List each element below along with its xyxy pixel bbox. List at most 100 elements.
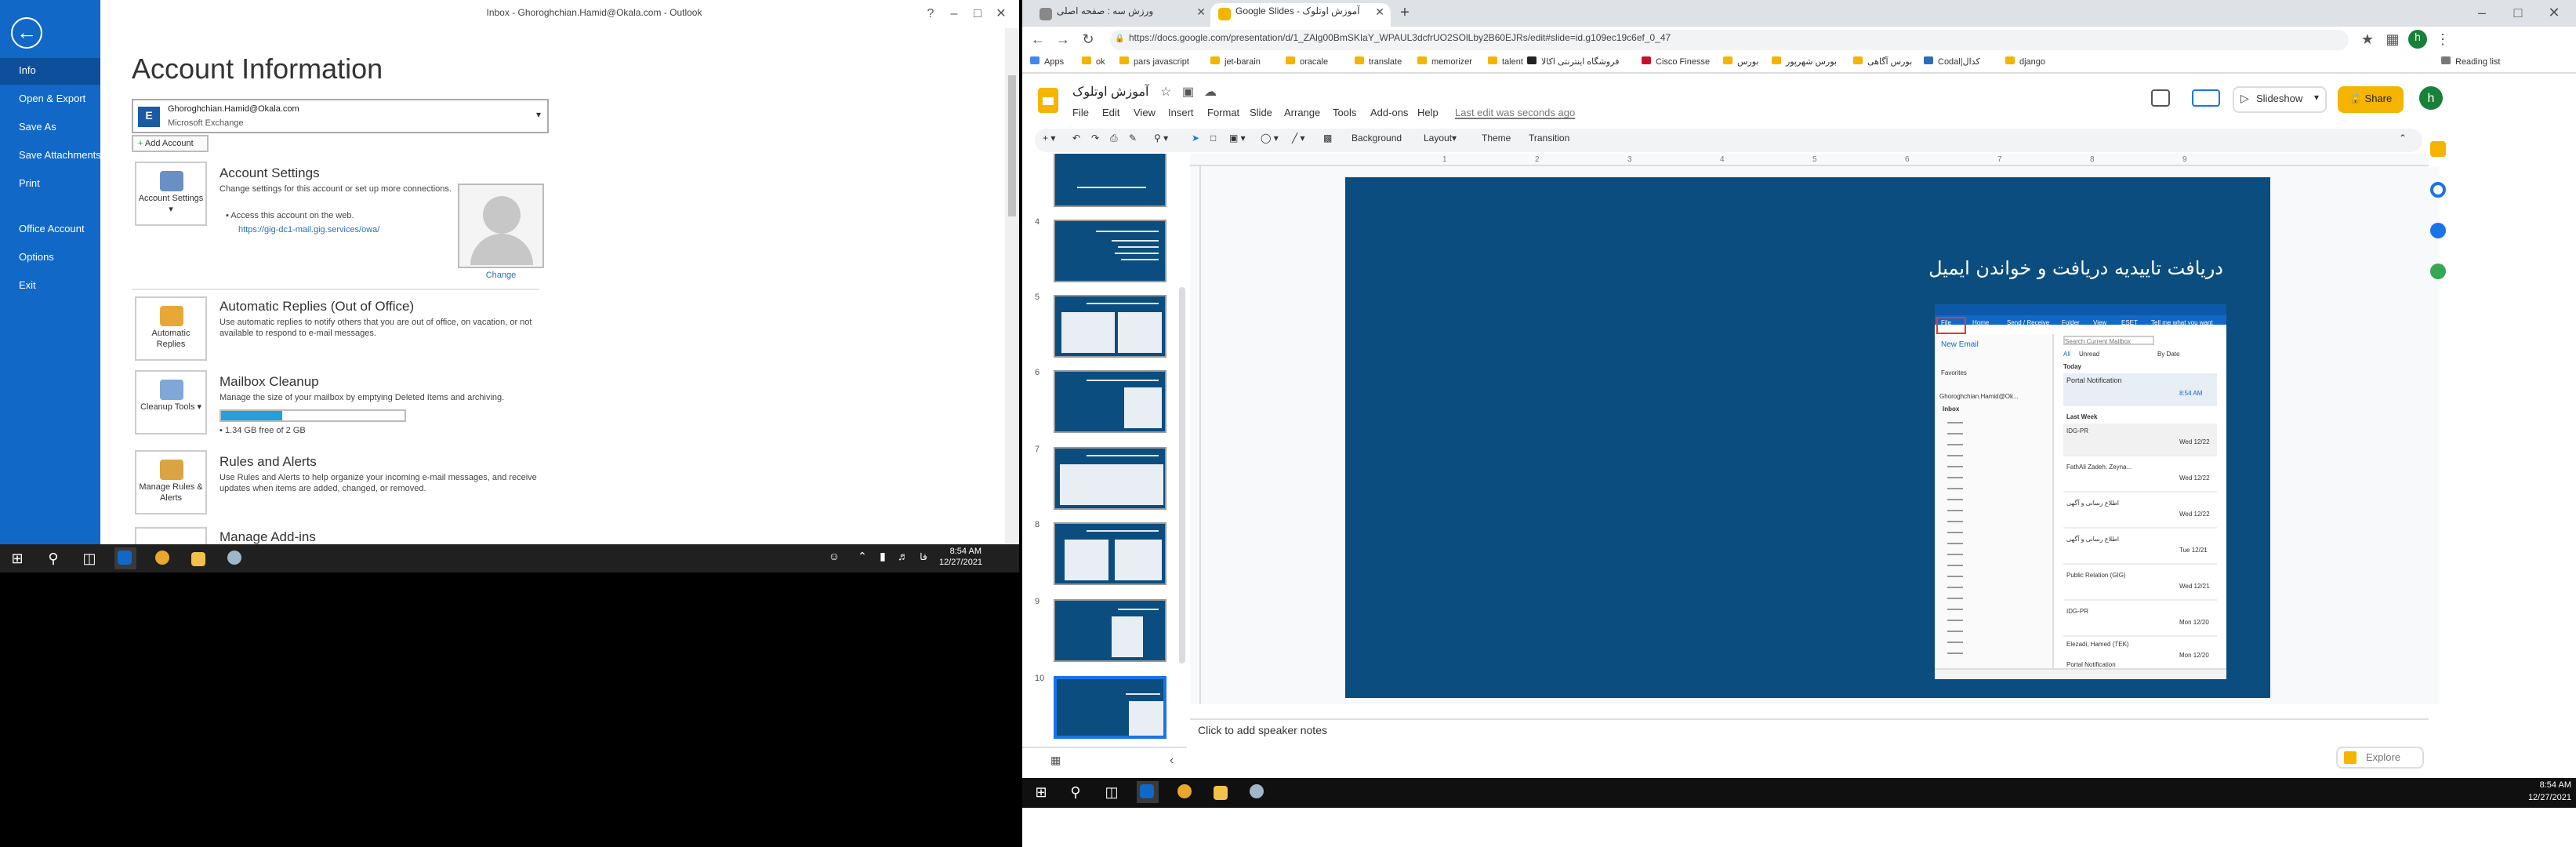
nav-options[interactable]: Options <box>0 245 100 271</box>
filmstrip-scrollbar[interactable] <box>1179 287 1185 663</box>
tasks-icon[interactable] <box>2430 182 2446 198</box>
slide-thumbnail[interactable] <box>1054 220 1166 282</box>
select-tool-icon[interactable]: ➤ <box>1192 129 1199 152</box>
minimize-icon[interactable]: – <box>2473 3 2491 22</box>
restore-icon[interactable]: □ <box>2509 3 2527 22</box>
tab-google-slides[interactable]: Google Slides - آموزش اوتلوک ✕ <box>1210 3 1391 27</box>
outlook-taskbar-icon[interactable] <box>1137 781 1159 803</box>
collapse-panel-icon[interactable]: ‹ <box>1170 753 1174 767</box>
speaker-notes[interactable]: Click to add speaker notes <box>1190 718 2429 745</box>
bookmark-folder[interactable]: translate <box>1355 53 1402 74</box>
account-avatar[interactable]: h <box>2419 86 2443 110</box>
slide-thumbnail[interactable] <box>1054 522 1166 585</box>
task-view-icon[interactable]: ◫ <box>1101 781 1123 803</box>
menu-edit[interactable]: Edit <box>1102 108 1119 119</box>
menu-slide[interactable]: Slide <box>1250 108 1272 119</box>
help-icon[interactable]: ? <box>919 0 942 28</box>
file-explorer-icon[interactable] <box>188 547 210 569</box>
bookmark-folder[interactable]: oracale <box>1286 53 1328 74</box>
scrollbar-thumb[interactable] <box>1008 75 1016 216</box>
menu-arrange[interactable]: Arrange <box>1284 108 1320 119</box>
back-icon[interactable]: ← <box>1029 30 1047 49</box>
slide-thumbnail[interactable] <box>1054 447 1166 510</box>
slide-thumbnail[interactable] <box>1054 295 1166 358</box>
zoom-icon[interactable]: ⚲ ▾ <box>1154 129 1168 152</box>
redo-icon[interactable]: ↷ <box>1091 129 1099 152</box>
bookmark-folder[interactable]: jet-barain <box>1210 53 1261 74</box>
undo-icon[interactable]: ↶ <box>1072 129 1080 152</box>
background-button[interactable]: Background <box>1351 129 1402 152</box>
automatic-replies-button[interactable]: Automatic Replies <box>135 296 207 361</box>
maps-icon[interactable] <box>2430 264 2446 279</box>
explore-button[interactable]: Explore <box>2336 747 2424 769</box>
new-slide-icon[interactable]: + ▾ <box>1043 129 1055 152</box>
bookmark-cisco[interactable]: Cisco Finesse <box>1642 53 1710 74</box>
menu-insert[interactable]: Insert <box>1168 108 1194 119</box>
comments-icon[interactable] <box>2151 89 2170 107</box>
chevron-up-icon[interactable]: ⌃ <box>2399 129 2407 152</box>
address-bar[interactable]: 🔒 https://docs.google.com/presentation/d… <box>1110 30 2349 50</box>
menu-view[interactable]: View <box>1134 108 1156 119</box>
chevron-up-icon[interactable]: ⌃ <box>851 547 873 569</box>
extension-icon[interactable]: ★ <box>2358 30 2377 49</box>
network-icon[interactable]: ▮ <box>872 547 894 569</box>
nav-save-attachments[interactable]: Save Attachments <box>0 143 101 169</box>
tab-varzesh3[interactable]: ورزش سه : صفحه اصلی ✕ <box>1032 3 1212 27</box>
forward-icon[interactable]: → <box>1054 30 1072 49</box>
chevron-down-icon[interactable]: ▾ <box>2314 88 2319 111</box>
theme-button[interactable]: Theme <box>1482 129 1511 152</box>
more-menu-icon[interactable]: ⋮ <box>2433 30 2452 49</box>
slide-title[interactable]: دریافت تاییدیه دریافت و خواندن ایمیل <box>1863 257 2223 279</box>
present-meet-icon[interactable] <box>2192 89 2220 107</box>
profile-avatar[interactable]: h <box>2408 30 2427 49</box>
slide-thumbnail[interactable] <box>1054 370 1166 433</box>
bookmark-okala[interactable]: فروشگاه اینترنتی اکالا <box>1527 53 1619 74</box>
move-folder-icon[interactable]: ▣ <box>1182 85 1194 99</box>
layout-button[interactable]: Layout▾ <box>1424 129 1457 152</box>
menu-file[interactable]: File <box>1072 108 1089 119</box>
bookmark-folder[interactable]: pars javascript <box>1119 53 1189 74</box>
grid-view-icon[interactable]: ▦ <box>1050 754 1061 767</box>
clock[interactable]: 8:54 AM 12/27/2021 <box>939 547 982 569</box>
nav-save-as[interactable]: Save As <box>0 115 100 141</box>
reading-list[interactable]: Reading list <box>2441 53 2501 74</box>
image-tool-icon[interactable]: ▣ ▾ <box>1229 129 1246 152</box>
nav-exit[interactable]: Exit <box>0 273 100 300</box>
close-icon[interactable]: ✕ <box>989 0 1013 28</box>
document-title[interactable]: آموزش اوتلوک <box>1072 85 1149 99</box>
last-edit-status[interactable]: Last edit was seconds ago <box>1455 108 1575 119</box>
comment-tool-icon[interactable]: ▩ <box>1323 129 1332 152</box>
paint-format-icon[interactable]: ✎ <box>1129 129 1137 152</box>
close-tab-icon[interactable]: ✕ <box>1196 3 1206 24</box>
slides-logo-icon[interactable] <box>1038 88 1058 113</box>
bookmark-folder[interactable]: memorizer <box>1417 53 1472 74</box>
share-button[interactable]: 🔒 Share <box>2338 86 2404 113</box>
nav-print[interactable]: Print <box>0 171 100 198</box>
minimize-icon[interactable]: – <box>942 0 966 28</box>
task-view-icon[interactable]: ◫ <box>78 547 100 569</box>
nav-office-account[interactable]: Office Account <box>0 216 100 243</box>
windows-start-icon[interactable]: ⊞ <box>1030 781 1052 803</box>
clock[interactable]: 8:54 AM 12/27/2021 <box>2487 781 2571 805</box>
nav-info[interactable]: Info <box>0 58 100 85</box>
menu-tools[interactable]: Tools <box>1333 108 1356 119</box>
close-icon[interactable]: ✕ <box>2545 3 2563 22</box>
search-icon[interactable]: ⚲ <box>42 547 64 569</box>
reload-icon[interactable]: ↻ <box>1079 30 1098 49</box>
shape-tool-icon[interactable]: ◯ ▾ <box>1261 129 1279 152</box>
close-tab-icon[interactable]: ✕ <box>1375 3 1384 24</box>
cleanup-tools-button[interactable]: Cleanup Tools ▾ <box>135 370 207 434</box>
bookmark-folder[interactable]: بورس <box>1723 53 1759 74</box>
outlook-screenshot-image[interactable]: File Home Send / Receive Folder View ESE… <box>1935 304 2226 679</box>
menu-addons[interactable]: Add-ons <box>1370 108 1408 119</box>
slide-thumbnail-selected[interactable] <box>1054 676 1166 739</box>
menu-help[interactable]: Help <box>1417 108 1439 119</box>
restore-icon[interactable]: □ <box>966 0 989 28</box>
file-explorer-icon[interactable] <box>1210 781 1232 803</box>
menu-format[interactable]: Format <box>1207 108 1239 119</box>
app-taskbar-icon[interactable] <box>1246 781 1268 803</box>
change-photo-link[interactable]: Change <box>458 271 544 281</box>
nav-open-export[interactable]: Open & Export <box>0 86 100 113</box>
people-icon[interactable]: ☺ <box>823 547 845 569</box>
account-selector[interactable]: E Ghoroghchian.Hamid@Okala.com Microsoft… <box>132 99 549 133</box>
